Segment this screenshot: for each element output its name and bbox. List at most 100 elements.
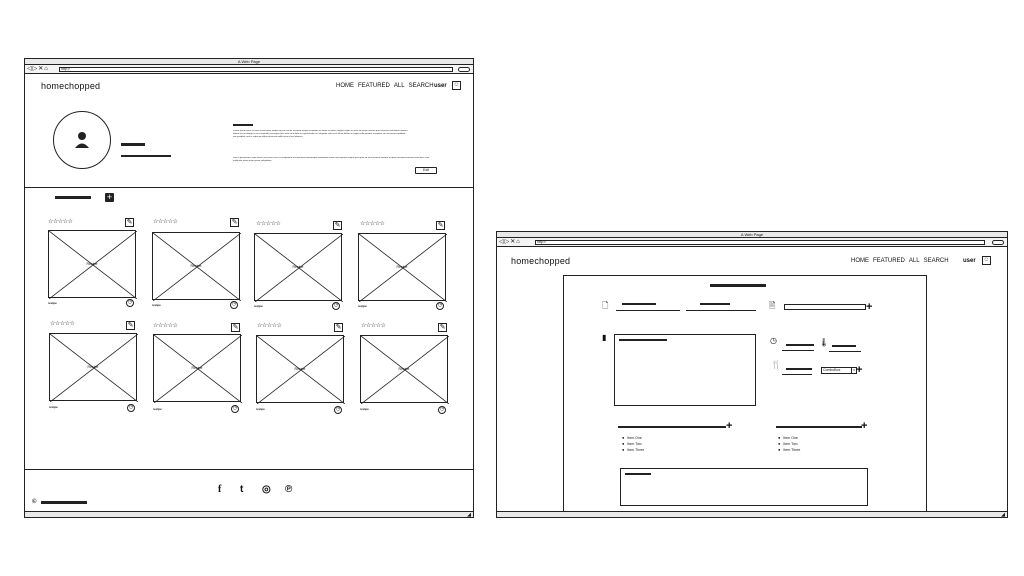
nav-home[interactable]: HOME — [851, 258, 869, 264]
user-label[interactable]: user — [963, 258, 976, 264]
nav-search[interactable]: SEARCH — [409, 83, 434, 89]
notes-textarea[interactable] — [620, 468, 868, 506]
card-caption: recipe — [360, 407, 369, 411]
edit-card-icon[interactable]: ✎ — [230, 218, 239, 227]
nav-all[interactable]: ALL — [394, 83, 405, 89]
card-rating[interactable]: ☆☆☆☆☆ — [360, 221, 385, 227]
recipe-image[interactable]: Recipe — [48, 230, 137, 299]
add-step-plus-icon[interactable]: + — [861, 421, 867, 432]
clock-icon[interactable]: ◷ — [231, 405, 239, 413]
card-caption: recipe — [358, 304, 367, 308]
list-item[interactable]: Item Three — [778, 447, 800, 453]
user-avatar-icon[interactable]: ☺ — [982, 256, 991, 265]
card-rating[interactable]: ☆☆☆☆☆ — [153, 323, 178, 329]
image-placeholder-label: Recipe — [398, 367, 410, 371]
clock-icon[interactable]: ◷ — [436, 302, 444, 310]
add-ingredient-plus-icon[interactable]: + — [726, 421, 732, 432]
edit-card-icon[interactable]: ✎ — [438, 323, 447, 332]
clock-icon[interactable]: ◷ — [230, 301, 238, 309]
footer-divider — [25, 469, 473, 470]
description-textarea[interactable] — [614, 334, 756, 406]
main-nav: HOME FEATURED ALL SEARCH — [336, 83, 434, 89]
form-title — [710, 284, 766, 287]
add-category-plus-icon[interactable]: + — [856, 365, 862, 376]
clock-icon[interactable]: ◷ — [127, 404, 135, 412]
image-placeholder-label: Recipe — [396, 265, 408, 269]
description-placeholder — [619, 339, 667, 341]
brand-logo[interactable]: homechopped — [511, 256, 570, 266]
edit-card-icon[interactable]: ✎ — [333, 221, 342, 230]
url-field[interactable]: http:// — [535, 240, 985, 245]
card-rating[interactable]: ☆☆☆☆☆ — [153, 219, 178, 225]
image-url-input[interactable] — [784, 304, 866, 310]
profile-name — [121, 143, 145, 146]
recipe-image[interactable]: Recipe — [256, 335, 345, 404]
clock-icon: ◷ — [770, 336, 777, 345]
recipes-heading — [55, 196, 91, 199]
browser-nav-icons[interactable]: ◁▷✕⌂ — [27, 65, 49, 74]
image-file-icon: 🖹 — [769, 301, 776, 310]
pinterest-icon[interactable]: ℗ — [285, 485, 292, 495]
recipe-image[interactable]: Recipe — [49, 333, 138, 402]
recipe-image[interactable]: Recipe — [153, 334, 242, 403]
author-input[interactable] — [686, 310, 756, 311]
clock-icon[interactable]: ◷ — [332, 302, 340, 310]
url-field[interactable]: http:// — [59, 67, 453, 72]
clock-icon[interactable]: ◷ — [438, 406, 446, 414]
resize-grip-icon[interactable]: ◢ — [1001, 512, 1005, 518]
nav-search[interactable]: SEARCH — [924, 258, 949, 264]
edit-profile-button[interactable]: Edit — [415, 167, 437, 174]
facebook-icon[interactable]: f — [218, 485, 221, 495]
recipe-image[interactable]: Recipe — [358, 233, 447, 302]
category-combobox[interactable]: ComboBox ▾ — [821, 367, 857, 374]
edit-card-icon[interactable]: ✎ — [125, 218, 134, 227]
twitter-icon[interactable]: t — [240, 485, 243, 495]
instagram-icon[interactable]: ◎ — [262, 485, 271, 495]
bio-paragraph: Lorem ipsum dolor sit amet consectetur a… — [233, 130, 408, 139]
nav-featured[interactable]: FEATURED — [358, 83, 390, 89]
main-nav: HOME FEATURED ALL SEARCH — [851, 258, 949, 264]
brand-logo[interactable]: homechopped — [41, 81, 100, 91]
profile-subtitle — [121, 155, 171, 157]
nav-home[interactable]: HOME — [336, 83, 354, 89]
card-rating[interactable]: ☆☆☆☆☆ — [257, 323, 282, 329]
edit-card-icon[interactable]: ✎ — [231, 323, 240, 332]
recipe-image[interactable]: Recipe — [360, 335, 449, 404]
browser-nav-icons[interactable]: ◁▷✕⌂ — [499, 238, 521, 247]
add-recipe-button[interactable]: + — [105, 193, 114, 202]
user-avatar-icon[interactable]: ☺ — [452, 81, 461, 90]
add-image-plus-icon[interactable]: + — [866, 302, 872, 313]
nav-all[interactable]: ALL — [909, 258, 920, 264]
recipe-name-input[interactable] — [616, 310, 680, 311]
card-caption: recipe — [152, 303, 161, 307]
card-caption: recipe — [49, 405, 58, 409]
utensils-icon: 🍴 — [771, 360, 781, 369]
image-placeholder-label: Recipe — [190, 264, 202, 268]
prep-time-input[interactable] — [782, 350, 814, 351]
resize-grip-icon[interactable]: ◢ — [467, 512, 471, 518]
ingredients-heading — [618, 426, 726, 428]
nav-featured[interactable]: FEATURED — [873, 258, 905, 264]
edit-card-icon[interactable]: ✎ — [436, 221, 445, 230]
list-item[interactable]: Item Three — [622, 447, 644, 453]
recipe-image[interactable]: Recipe — [152, 232, 241, 301]
image-placeholder-label: Recipe — [87, 365, 99, 369]
temperature-input[interactable] — [829, 351, 861, 352]
clock-icon[interactable]: ◷ — [126, 299, 134, 307]
card-rating[interactable]: ☆☆☆☆☆ — [361, 323, 386, 329]
card-rating[interactable]: ☆☆☆☆☆ — [50, 321, 75, 327]
edit-card-icon[interactable]: ✎ — [126, 321, 135, 330]
card-rating[interactable]: ☆☆☆☆☆ — [48, 219, 73, 225]
search-pill[interactable] — [458, 67, 470, 72]
footer-copyright-text — [41, 501, 87, 504]
search-pill[interactable] — [992, 240, 1004, 245]
prep-time-label — [786, 344, 814, 346]
profile-avatar[interactable] — [53, 111, 111, 169]
profile-browser-window: A Web Page ◁▷✕⌂ http:// homechopped HOME… — [24, 58, 474, 518]
clock-icon[interactable]: ◷ — [334, 406, 342, 414]
edit-card-icon[interactable]: ✎ — [334, 323, 343, 332]
servings-input[interactable] — [782, 374, 812, 375]
card-rating[interactable]: ☆☆☆☆☆ — [256, 221, 281, 227]
recipe-image[interactable]: Recipe — [254, 233, 343, 302]
user-label[interactable]: user — [434, 83, 447, 89]
